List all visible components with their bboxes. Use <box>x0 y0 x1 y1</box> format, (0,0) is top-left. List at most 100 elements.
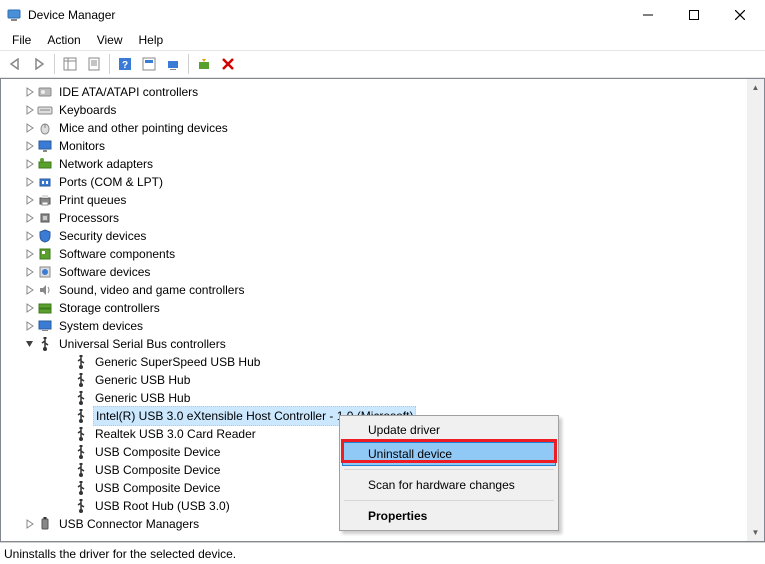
usb-icon <box>73 372 89 388</box>
forward-button[interactable] <box>28 53 50 75</box>
collapse-icon[interactable] <box>23 337 37 351</box>
expand-icon[interactable] <box>23 211 37 225</box>
expand-icon[interactable] <box>23 517 37 531</box>
tree-device-item[interactable]: Generic SuperSpeed USB Hub <box>1 353 764 371</box>
expand-icon[interactable] <box>23 157 37 171</box>
tree-category-label: Storage controllers <box>57 299 162 317</box>
tree-category[interactable]: Software components <box>1 245 764 263</box>
tree-device-label: Generic USB Hub <box>93 389 192 407</box>
expand-icon[interactable] <box>23 193 37 207</box>
scroll-up-button[interactable]: ▲ <box>747 79 764 96</box>
tree-category[interactable]: Software devices <box>1 263 764 281</box>
expand-icon[interactable] <box>23 121 37 135</box>
tree-category[interactable]: Storage controllers <box>1 299 764 317</box>
expand-icon[interactable] <box>23 85 37 99</box>
context-menu-separator <box>344 469 554 470</box>
tree-category-label: USB Connector Managers <box>57 515 201 533</box>
printer-icon <box>37 192 53 208</box>
expand-icon[interactable] <box>23 301 37 315</box>
port-icon <box>37 174 53 190</box>
tree-category-label: System devices <box>57 317 145 335</box>
software-icon <box>37 264 53 280</box>
window-title: Device Manager <box>28 8 625 22</box>
processor-icon <box>37 210 53 226</box>
expand-icon[interactable] <box>23 319 37 333</box>
tree-category-label: Universal Serial Bus controllers <box>57 335 228 353</box>
expand-icon[interactable] <box>23 265 37 279</box>
context-menu-item[interactable]: Properties <box>342 504 556 528</box>
tree-category[interactable]: IDE ATA/ATAPI controllers <box>1 83 764 101</box>
device-manager-app-icon <box>6 7 22 23</box>
usb-icon <box>73 498 89 514</box>
close-button[interactable] <box>717 0 763 30</box>
tree-device-label: Generic SuperSpeed USB Hub <box>93 353 262 371</box>
drive-icon <box>37 84 53 100</box>
expand-icon[interactable] <box>23 283 37 297</box>
system-icon <box>37 318 53 334</box>
toolbar: ? <box>0 50 765 78</box>
context-menu-item[interactable]: Scan for hardware changes <box>342 473 556 497</box>
expand-icon[interactable] <box>23 229 37 243</box>
usb-icon <box>73 444 89 460</box>
usb-icon <box>73 480 89 496</box>
network-icon <box>37 156 53 172</box>
tree-category[interactable]: Print queues <box>1 191 764 209</box>
scroll-track[interactable] <box>747 96 764 524</box>
menu-help[interactable]: Help <box>131 31 172 49</box>
tree-category-label: Ports (COM & LPT) <box>57 173 165 191</box>
tree-category[interactable]: Universal Serial Bus controllers <box>1 335 764 353</box>
component-icon <box>37 246 53 262</box>
monitor-icon <box>37 138 53 154</box>
action-properties-button[interactable] <box>138 53 160 75</box>
tree-device-label: USB Composite Device <box>93 479 222 497</box>
tree-device-label: Generic USB Hub <box>93 371 192 389</box>
tree-category[interactable]: Processors <box>1 209 764 227</box>
update-driver-button[interactable] <box>162 53 184 75</box>
scroll-down-button[interactable]: ▼ <box>747 524 764 541</box>
expand-icon[interactable] <box>23 247 37 261</box>
context-menu-item[interactable]: Update driver <box>342 418 556 442</box>
titlebar[interactable]: Device Manager <box>0 0 765 30</box>
tree-device-label: Realtek USB 3.0 Card Reader <box>93 425 258 443</box>
tree-category[interactable]: Mice and other pointing devices <box>1 119 764 137</box>
tree-category[interactable]: Sound, video and game controllers <box>1 281 764 299</box>
tree-category[interactable]: Ports (COM & LPT) <box>1 173 764 191</box>
tree-category[interactable]: Network adapters <box>1 155 764 173</box>
maximize-button[interactable] <box>671 0 717 30</box>
tree-device-label: USB Composite Device <box>93 443 222 461</box>
status-bar: Uninstalls the driver for the selected d… <box>0 542 765 564</box>
usb-icon <box>73 354 89 370</box>
tree-category-label: Print queues <box>57 191 128 209</box>
menu-file[interactable]: File <box>4 31 39 49</box>
show-hide-tree-button[interactable] <box>59 53 81 75</box>
tree-device-item[interactable]: Generic USB Hub <box>1 371 764 389</box>
scan-hardware-button[interactable] <box>193 53 215 75</box>
menu-action[interactable]: Action <box>39 31 88 49</box>
tree-category-label: Monitors <box>57 137 107 155</box>
tree-category-label: Software devices <box>57 263 152 281</box>
properties-sheet-button[interactable] <box>83 53 105 75</box>
tree-category-label: Security devices <box>57 227 148 245</box>
tree-device-item[interactable]: Generic USB Hub <box>1 389 764 407</box>
tree-device-label: USB Composite Device <box>93 461 222 479</box>
tree-category[interactable]: Security devices <box>1 227 764 245</box>
vertical-scrollbar[interactable]: ▲ ▼ <box>747 79 764 541</box>
tree-category[interactable]: Monitors <box>1 137 764 155</box>
usb-icon <box>37 336 53 352</box>
tree-category[interactable]: System devices <box>1 317 764 335</box>
expand-icon[interactable] <box>23 139 37 153</box>
menu-view[interactable]: View <box>89 31 131 49</box>
security-icon <box>37 228 53 244</box>
expand-icon[interactable] <box>23 103 37 117</box>
context-menu-separator <box>344 500 554 501</box>
help-button[interactable]: ? <box>114 53 136 75</box>
tree-category-label: Mice and other pointing devices <box>57 119 230 137</box>
tree-category[interactable]: Keyboards <box>1 101 764 119</box>
tree-category-label: Sound, video and game controllers <box>57 281 246 299</box>
minimize-button[interactable] <box>625 0 671 30</box>
uninstall-device-button[interactable] <box>217 53 239 75</box>
back-button[interactable] <box>4 53 26 75</box>
expand-icon[interactable] <box>23 175 37 189</box>
sound-icon <box>37 282 53 298</box>
context-menu-item[interactable]: Uninstall device <box>342 442 556 466</box>
